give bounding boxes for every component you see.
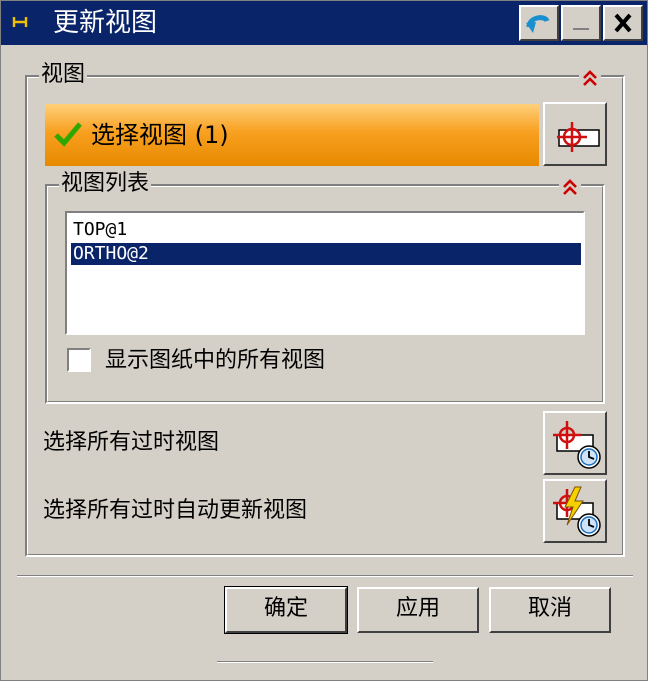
view-group-collapse-button[interactable]	[579, 67, 601, 89]
reset-button[interactable]	[519, 5, 559, 41]
close-button[interactable]	[603, 5, 643, 41]
view-list-collapse-button[interactable]	[559, 176, 581, 198]
view-group-label: 视图	[39, 62, 88, 88]
minimize-button[interactable]	[561, 5, 601, 41]
list-item[interactable]: TOP@1	[71, 219, 581, 241]
select-outdated-auto-button[interactable]	[543, 479, 607, 543]
crosshair-clock-icon	[553, 421, 601, 469]
app-icon	[12, 16, 28, 28]
show-all-views-checkbox[interactable]	[67, 348, 91, 372]
select-outdated-label: 选择所有过时视图	[43, 430, 220, 455]
double-chevron-up-icon	[583, 70, 597, 86]
double-chevron-up-icon	[563, 179, 577, 195]
checkmark-icon	[54, 122, 82, 147]
crosshair-view-icon	[557, 122, 600, 152]
select-view-button[interactable]	[543, 102, 607, 166]
view-list[interactable]: TOP@1 ORTHO@2	[65, 211, 585, 335]
select-outdated-auto-label: 选择所有过时自动更新视图	[43, 498, 308, 523]
close-icon	[614, 13, 632, 33]
select-view-label: 选择视图 (1)	[91, 121, 229, 149]
list-item[interactable]: ORTHO@2	[71, 243, 581, 265]
select-view-row[interactable]: 选择视图 (1)	[45, 104, 539, 166]
show-all-views-label: 显示图纸中的所有视图	[105, 348, 326, 373]
select-outdated-button[interactable]	[543, 411, 607, 475]
apply-button[interactable]: 应用	[357, 587, 479, 633]
update-views-dialog: 更新视图 视图 选择视图 (1) 视图列表 TOP@1 ORTHO@2 显示图纸…	[0, 0, 648, 681]
view-list-label: 视图列表	[59, 171, 152, 197]
lightning-clock-icon	[553, 486, 601, 537]
reset-icon	[526, 15, 550, 33]
minimize-icon	[573, 28, 589, 30]
title-bar[interactable]: 更新视图	[1, 1, 647, 45]
resize-grip[interactable]	[217, 661, 433, 663]
window-title: 更新视图	[53, 8, 158, 38]
separator	[17, 575, 633, 577]
ok-button[interactable]: 确定	[224, 586, 348, 634]
cancel-button[interactable]: 取消	[489, 587, 611, 633]
